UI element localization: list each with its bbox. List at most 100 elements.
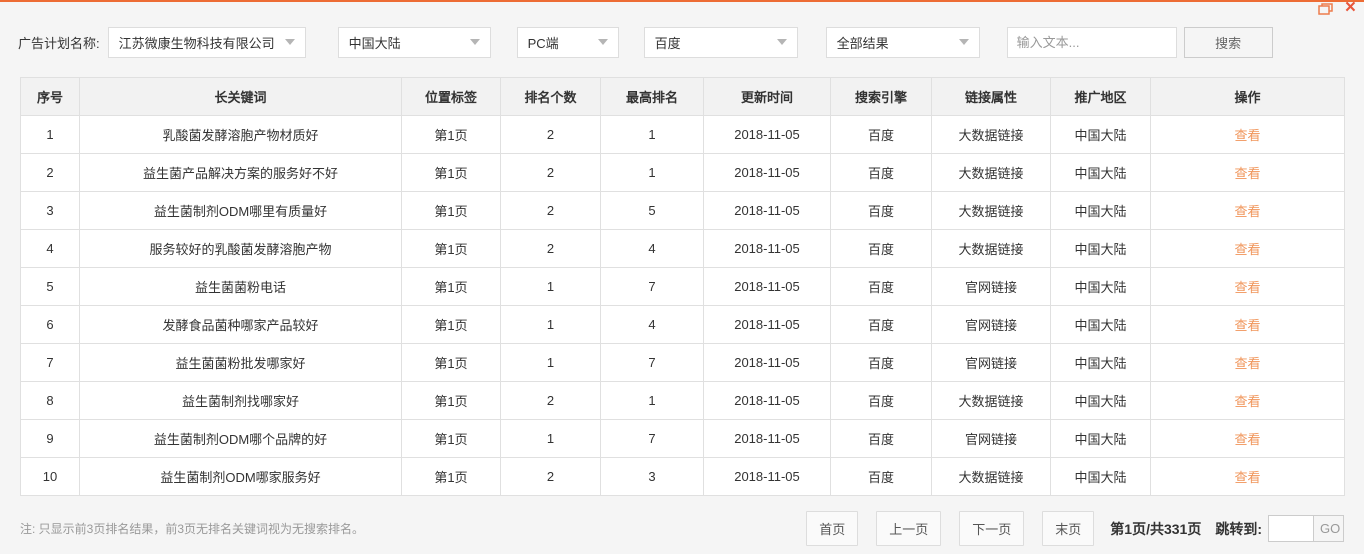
cell-best-rank: 7 bbox=[600, 343, 704, 382]
device-select[interactable]: PC端 bbox=[516, 26, 619, 58]
cell-keyword: 益生菌产品解决方案的服务好不好 bbox=[79, 153, 402, 192]
cell-promo-region: 中国大陆 bbox=[1050, 229, 1151, 268]
view-link[interactable]: 查看 bbox=[1234, 128, 1260, 143]
cell-keyword: 益生菌制剂ODM哪家服务好 bbox=[79, 457, 402, 496]
view-link[interactable]: 查看 bbox=[1234, 432, 1260, 447]
cell-rank-count: 1 bbox=[500, 343, 601, 382]
page-info: 第1页/共331页 bbox=[1110, 520, 1202, 537]
cell-update-time: 2018-11-05 bbox=[703, 115, 831, 154]
cell-promo-region: 中国大陆 bbox=[1050, 381, 1151, 420]
cell-index: 10 bbox=[20, 457, 80, 496]
footer-note: 注: 只显示前3页排名结果，前3页无排名关键词视为无搜索排名。 bbox=[20, 522, 365, 536]
table-row: 5 益生菌菌粉电话 第1页 1 7 2018-11-05 百度 官网链接 中国大… bbox=[20, 267, 1345, 306]
cell-promo-region: 中国大陆 bbox=[1050, 419, 1151, 458]
header-rank-count: 排名个数 bbox=[500, 77, 601, 116]
header-search-engine: 搜索引擎 bbox=[830, 77, 932, 116]
close-icon[interactable]: × bbox=[1345, 0, 1356, 17]
cell-search-engine: 百度 bbox=[830, 381, 932, 420]
cell-best-rank: 1 bbox=[600, 153, 704, 192]
prev-page-button[interactable]: 上一页 bbox=[876, 511, 942, 546]
chevron-down-icon bbox=[776, 39, 787, 45]
cell-position-tag: 第1页 bbox=[401, 457, 501, 496]
cell-update-time: 2018-11-05 bbox=[703, 343, 831, 382]
jump-page-input[interactable] bbox=[1268, 515, 1314, 542]
cell-rank-count: 2 bbox=[500, 191, 601, 230]
cell-promo-region: 中国大陆 bbox=[1050, 305, 1151, 344]
view-link[interactable]: 查看 bbox=[1234, 280, 1260, 295]
view-link[interactable]: 查看 bbox=[1234, 204, 1260, 219]
restore-window-icon[interactable] bbox=[1318, 2, 1333, 20]
view-link[interactable]: 查看 bbox=[1234, 394, 1260, 409]
region-select-value: 中国大陆 bbox=[348, 35, 401, 51]
cell-best-rank: 4 bbox=[600, 305, 704, 344]
cell-keyword: 乳酸菌发酵溶胞产物材质好 bbox=[79, 115, 402, 154]
table-row: 2 益生菌产品解决方案的服务好不好 第1页 2 1 2018-11-05 百度 … bbox=[20, 153, 1345, 192]
search-engine-select[interactable]: 百度 bbox=[643, 26, 798, 58]
keyword-ranking-page: { "colors": { "accent": "#ed6c35", "link… bbox=[0, 0, 1364, 554]
cell-best-rank: 1 bbox=[600, 381, 704, 420]
go-button[interactable]: GO bbox=[1314, 515, 1344, 542]
header-promo-region: 推广地区 bbox=[1050, 77, 1151, 116]
table-row: 1 乳酸菌发酵溶胞产物材质好 第1页 2 1 2018-11-05 百度 大数据… bbox=[20, 115, 1345, 154]
cell-search-engine: 百度 bbox=[830, 153, 932, 192]
cell-keyword: 发酵食品菌种哪家产品较好 bbox=[79, 305, 402, 344]
cell-link-attribute: 官网链接 bbox=[931, 343, 1051, 382]
cell-action: 查看 bbox=[1150, 153, 1345, 192]
cell-position-tag: 第1页 bbox=[401, 343, 501, 382]
cell-action: 查看 bbox=[1150, 191, 1345, 230]
plan-select[interactable]: 江苏微康生物科技有限公司 bbox=[107, 26, 306, 58]
cell-search-engine: 百度 bbox=[830, 343, 932, 382]
view-link[interactable]: 查看 bbox=[1234, 318, 1260, 333]
search-button[interactable]: 搜索 bbox=[1183, 26, 1273, 58]
cell-rank-count: 2 bbox=[500, 153, 601, 192]
view-link[interactable]: 查看 bbox=[1234, 166, 1260, 181]
table-row: 10 益生菌制剂ODM哪家服务好 第1页 2 3 2018-11-05 百度 大… bbox=[20, 457, 1345, 496]
cell-best-rank: 5 bbox=[600, 191, 704, 230]
last-page-button[interactable]: 末页 bbox=[1042, 511, 1095, 546]
cell-link-attribute: 大数据链接 bbox=[931, 229, 1051, 268]
header-actions: 操作 bbox=[1150, 77, 1345, 116]
cell-position-tag: 第1页 bbox=[401, 381, 501, 420]
cell-search-engine: 百度 bbox=[830, 229, 932, 268]
table-body: 1 乳酸菌发酵溶胞产物材质好 第1页 2 1 2018-11-05 百度 大数据… bbox=[20, 115, 1345, 496]
cell-best-rank: 4 bbox=[600, 229, 704, 268]
result-filter-select-value: 全部结果 bbox=[836, 35, 889, 51]
header-best-rank: 最高排名 bbox=[600, 77, 704, 116]
cell-update-time: 2018-11-05 bbox=[703, 153, 831, 192]
first-page-button[interactable]: 首页 bbox=[806, 511, 859, 546]
chevron-down-icon bbox=[284, 39, 295, 45]
cell-promo-region: 中国大陆 bbox=[1050, 343, 1151, 382]
cell-action: 查看 bbox=[1150, 229, 1345, 268]
chevron-down-icon bbox=[469, 39, 480, 45]
cell-link-attribute: 大数据链接 bbox=[931, 191, 1051, 230]
cell-link-attribute: 大数据链接 bbox=[931, 115, 1051, 154]
cell-index: 2 bbox=[20, 153, 80, 192]
view-link[interactable]: 查看 bbox=[1234, 470, 1260, 485]
view-link[interactable]: 查看 bbox=[1234, 356, 1260, 371]
search-input[interactable] bbox=[1006, 26, 1177, 58]
region-select[interactable]: 中国大陆 bbox=[337, 26, 491, 58]
cell-rank-count: 2 bbox=[500, 381, 601, 420]
keyword-rank-table: 序号 长关键词 位置标签 排名个数 最高排名 更新时间 搜索引擎 链接属性 推广… bbox=[20, 77, 1345, 496]
view-link[interactable]: 查看 bbox=[1234, 242, 1260, 257]
cell-index: 4 bbox=[20, 229, 80, 268]
cell-position-tag: 第1页 bbox=[401, 153, 501, 192]
cell-index: 8 bbox=[20, 381, 80, 420]
cell-rank-count: 1 bbox=[500, 305, 601, 344]
cell-update-time: 2018-11-05 bbox=[703, 305, 831, 344]
cell-promo-region: 中国大陆 bbox=[1050, 115, 1151, 154]
cell-promo-region: 中国大陆 bbox=[1050, 457, 1151, 496]
window-controls: × bbox=[1318, 0, 1356, 17]
cell-action: 查看 bbox=[1150, 115, 1345, 154]
cell-action: 查看 bbox=[1150, 305, 1345, 344]
result-filter-select[interactable]: 全部结果 bbox=[825, 26, 980, 58]
cell-action: 查看 bbox=[1150, 267, 1345, 306]
cell-rank-count: 2 bbox=[500, 229, 601, 268]
cell-update-time: 2018-11-05 bbox=[703, 419, 831, 458]
cell-link-attribute: 官网链接 bbox=[931, 419, 1051, 458]
filter-bar: 广告计划名称: 江苏微康生物科技有限公司 中国大陆 PC端 百度 全部结果 搜索 bbox=[18, 26, 1346, 58]
next-page-button[interactable]: 下一页 bbox=[959, 511, 1025, 546]
cell-search-engine: 百度 bbox=[830, 191, 932, 230]
cell-keyword: 益生菌制剂ODM哪个品牌的好 bbox=[79, 419, 402, 458]
table-row: 8 益生菌制剂找哪家好 第1页 2 1 2018-11-05 百度 大数据链接 … bbox=[20, 381, 1345, 420]
